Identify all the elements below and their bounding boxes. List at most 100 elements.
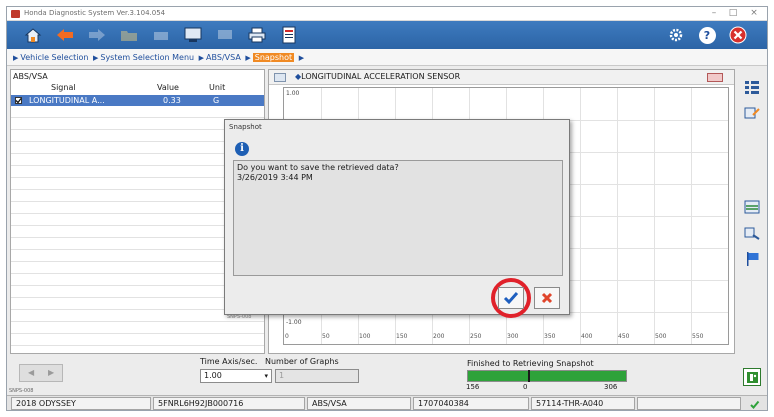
x-axis-tick-label: 200 xyxy=(433,333,445,340)
edit-signals-button[interactable] xyxy=(740,103,763,123)
print-button[interactable] xyxy=(243,24,271,46)
breadcrumb-abs-vsa[interactable]: ABS/VSA xyxy=(206,53,241,62)
retrieval-status: Finished to Retrieving Snapshot xyxy=(467,359,594,368)
graph-header: ◆LONGITUDINAL ACCELERATION SENSOR xyxy=(269,70,734,85)
minimize-button[interactable]: – xyxy=(707,8,721,18)
right-toolbar xyxy=(738,69,765,354)
signal-value: 0.33 xyxy=(163,96,181,105)
edit-list-icon xyxy=(744,107,760,119)
folder-icon xyxy=(121,31,137,41)
list-row[interactable] xyxy=(11,323,264,334)
graph-settings-icon xyxy=(744,227,760,240)
snapshot-button[interactable] xyxy=(275,24,303,46)
back-button[interactable] xyxy=(51,24,79,46)
forward-arrow-icon xyxy=(89,29,105,41)
breadcrumb-system-selection[interactable]: System Selection Menu xyxy=(100,53,194,62)
help-button[interactable]: ? xyxy=(694,24,720,46)
number-of-graphs-select[interactable]: 1 xyxy=(275,369,359,383)
dialog-message: Do you want to save the retrieved data? … xyxy=(233,160,563,276)
column-unit: Unit xyxy=(209,83,226,92)
x-axis-tick-label: 500 xyxy=(655,333,667,340)
folder-button[interactable] xyxy=(115,24,143,46)
info-icon: i xyxy=(235,142,249,156)
exit-icon xyxy=(729,26,747,44)
gear-icon xyxy=(669,28,683,42)
status-blank xyxy=(637,397,741,410)
signal-checkbox[interactable] xyxy=(15,97,22,104)
breadcrumb-arrow-icon: ▶ xyxy=(92,54,99,62)
tools-button[interactable] xyxy=(147,24,175,46)
next-record-button[interactable]: ▶ xyxy=(48,368,54,377)
breadcrumb-arrow-icon: ▶ xyxy=(13,54,19,62)
x-axis-tick-label: 0 xyxy=(285,333,289,340)
home-icon xyxy=(24,28,42,43)
system-name-status: ABS/VSA xyxy=(307,397,411,410)
vehicle-model: 2018 ODYSSEY xyxy=(11,397,151,410)
breadcrumb-arrow-icon: ▶ xyxy=(298,54,305,62)
graph-view-button[interactable] xyxy=(740,197,763,217)
snapshot-icon xyxy=(282,26,296,44)
exit-door-icon xyxy=(746,371,758,383)
progress-mid-label: 0 xyxy=(523,383,528,391)
settings-button[interactable] xyxy=(663,24,689,46)
previous-record-button[interactable]: ◀ xyxy=(28,368,34,377)
x-icon xyxy=(541,292,553,304)
breadcrumb: ▶ Vehicle Selection ▶ System Selection Men… xyxy=(7,49,767,66)
graph-title: ◆LONGITUDINAL ACCELERATION SENSOR xyxy=(295,72,461,81)
breadcrumb-arrow-icon: ▶ xyxy=(245,54,251,62)
graph-close-icon[interactable] xyxy=(707,73,723,82)
graph-type-icon[interactable] xyxy=(274,73,286,82)
maximize-button[interactable]: □ xyxy=(726,8,740,18)
ecu-id: 1707040384 xyxy=(413,397,529,410)
close-button[interactable]: × xyxy=(747,8,761,18)
column-headers: Signal Value Unit xyxy=(11,83,264,95)
signal-unit: G xyxy=(213,96,220,105)
cancel-button[interactable] xyxy=(534,287,560,309)
forward-button[interactable] xyxy=(83,24,111,46)
progress-fill xyxy=(468,371,626,381)
home-button[interactable] xyxy=(19,24,47,46)
x-axis-tick-label: 250 xyxy=(470,333,482,340)
progress-min-label: 156 xyxy=(466,383,480,391)
graph-view-icon xyxy=(744,200,759,214)
app-window: Honda Diagnostic System Ver.3.104.054 – … xyxy=(6,6,768,411)
save-button[interactable] xyxy=(179,24,207,46)
dialog-timestamp: 3/26/2019 3:44 PM xyxy=(237,173,313,182)
x-axis-tick-label: 350 xyxy=(544,333,556,340)
status-bar: 2018 ODYSSEY 5FNRL6H92JB000716 ABS/VSA 1… xyxy=(7,395,767,410)
exit-app-button[interactable] xyxy=(725,24,751,46)
time-axis-select[interactable]: 1.00 ▾ xyxy=(200,369,272,383)
graph-settings-button[interactable] xyxy=(740,223,763,243)
main-toolbar: ? xyxy=(7,21,767,49)
x-axis-tick-label: 300 xyxy=(507,333,519,340)
selected-signal-row[interactable]: LONGITUDINAL A... 0.33 G xyxy=(11,95,264,106)
x-axis-tick-label: 450 xyxy=(618,333,630,340)
bottom-controls: ◀ ▶ Time Axis/sec. Number of Graphs 1.00… xyxy=(7,354,767,394)
tools-icon xyxy=(154,32,168,40)
monitor-button[interactable] xyxy=(211,24,239,46)
list-view-button[interactable] xyxy=(740,77,763,97)
number-of-graphs-label: Number of Graphs xyxy=(265,357,339,366)
title-bar: Honda Diagnostic System Ver.3.104.054 – … xyxy=(7,7,767,21)
list-row[interactable] xyxy=(11,107,264,118)
connection-status-icon xyxy=(749,399,760,410)
window-title: Honda Diagnostic System Ver.3.104.054 xyxy=(24,9,166,17)
chevron-down-icon: ▾ xyxy=(264,372,268,380)
exit-screen-button[interactable] xyxy=(743,368,761,386)
column-signal: Signal xyxy=(51,83,76,92)
y-axis-bottom-label: -1.00 xyxy=(286,319,302,326)
list-row[interactable] xyxy=(11,335,264,346)
x-axis-tick-label: 150 xyxy=(396,333,408,340)
dialog-id-label: SNPS-008 xyxy=(227,314,252,320)
flag-button[interactable] xyxy=(740,249,763,269)
vin-number: 5FNRL6H92JB000716 xyxy=(153,397,305,410)
breadcrumb-vehicle-selection[interactable]: Vehicle Selection xyxy=(20,53,88,62)
ok-button[interactable] xyxy=(498,287,524,309)
part-number: 57114-THR-A040 xyxy=(531,397,635,410)
screen-id-label: SNPS-008 xyxy=(9,388,34,394)
save-icon xyxy=(184,27,202,42)
print-icon xyxy=(248,27,266,43)
list-icon xyxy=(744,81,759,94)
progress-marker xyxy=(528,370,530,382)
back-arrow-icon xyxy=(57,29,73,41)
